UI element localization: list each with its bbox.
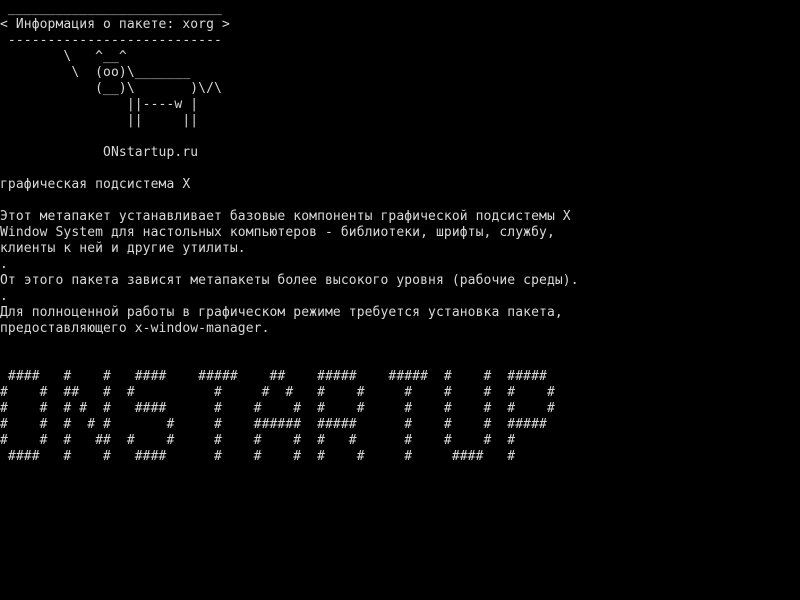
cow-art-line: || || <box>0 113 199 128</box>
speech-bubble-text: < Информация о пакете: xorg > <box>0 17 230 32</box>
description-line: . <box>0 289 8 304</box>
description-line: клиенты к ней и другие утилиты. <box>0 241 246 256</box>
package-summary: графическая подсистема X <box>0 177 191 192</box>
cow-art-line: (__)\ )\/\ <box>0 81 222 96</box>
description-line: Window System для настольных компьютеров… <box>0 225 555 240</box>
description-line: предоставляющего x-window-manager. <box>0 321 270 336</box>
terminal-screen: ___________________________ < Информация… <box>0 0 800 600</box>
speech-bubble-top: ___________________________ <box>0 1 222 16</box>
banner-line: #### # # #### # # # # # # #### # <box>0 449 516 464</box>
banner-line: #### # # #### ##### ## ##### ##### # # #… <box>0 369 547 384</box>
site-name: ONstartup.ru <box>0 145 199 160</box>
cow-art-line: ||----w | <box>0 97 199 112</box>
description-line: Этот метапакет устанавливает базовые ком… <box>0 209 571 224</box>
cow-art-line: \ (oo)\_______ <box>0 65 191 80</box>
description-line: Для полноценной работы в графическом реж… <box>0 305 563 320</box>
banner-line: # # # # # # # ###### ##### # # # ##### <box>0 417 547 432</box>
banner-line: # # # ## # # # # # # # # # # # <box>0 433 516 448</box>
speech-bubble-bottom: --------------------------- <box>0 33 222 48</box>
cow-art-line: \ ^__^ <box>0 49 127 64</box>
banner-line: # # ## # # # # # # # # # # # # <box>0 385 555 400</box>
description-line: От этого пакета зависят метапакеты более… <box>0 273 579 288</box>
description-line: . <box>0 257 8 272</box>
banner-line: # # # # # #### # # # # # # # # # # <box>0 401 555 416</box>
